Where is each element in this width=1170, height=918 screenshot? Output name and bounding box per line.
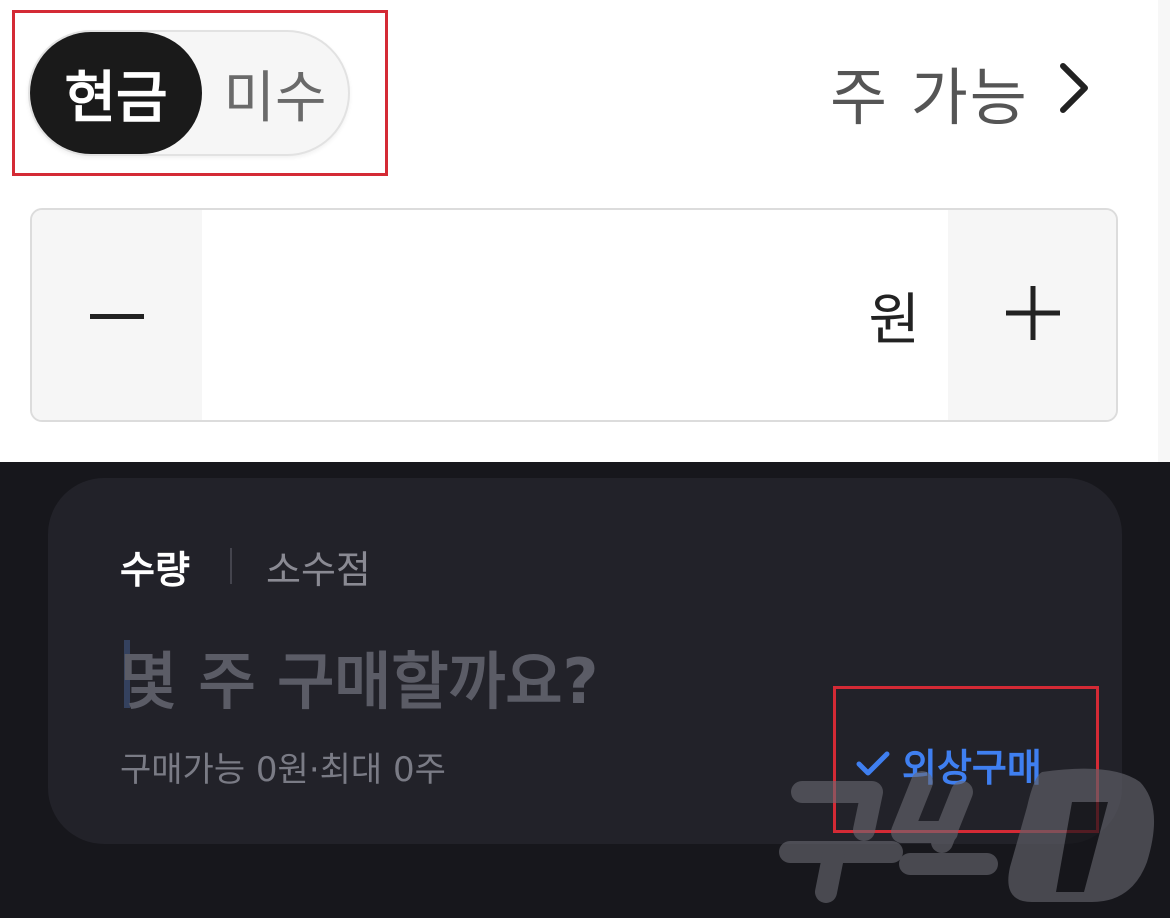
tab-quantity[interactable]: 수량	[120, 538, 190, 594]
chevron-right-icon	[1057, 56, 1091, 129]
right-gutter	[1158, 0, 1170, 462]
available-info: 구매가능 0원·최대 0주	[120, 749, 446, 790]
plus-icon	[1006, 286, 1060, 344]
decrease-button[interactable]	[32, 210, 202, 420]
available-shares-label: 주 가능	[830, 61, 1029, 134]
available-shares-link[interactable]: 주 가능	[830, 42, 1091, 142]
currency-unit: 원	[868, 287, 920, 353]
highlight-box-toggle	[12, 10, 388, 176]
news1-watermark-logo	[779, 768, 1155, 903]
tab-divider	[230, 548, 232, 584]
quantity-input[interactable]: 몇 주 구매할까요?	[120, 628, 598, 724]
tab-fractional[interactable]: 소수점	[266, 538, 371, 594]
increase-button[interactable]	[948, 210, 1116, 420]
minus-icon	[90, 306, 144, 325]
price-stepper: 원	[30, 208, 1118, 422]
price-input[interactable]: 원	[202, 210, 948, 420]
